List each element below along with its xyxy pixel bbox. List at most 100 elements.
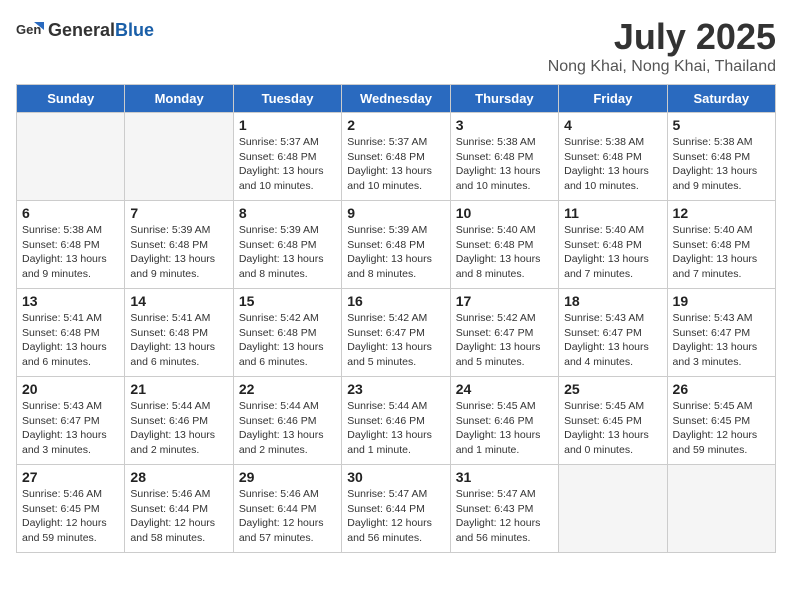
calendar-cell: 15 Sunrise: 5:42 AM Sunset: 6:48 PM Dayli… [233,289,341,377]
day-number: 15 [239,293,336,309]
cell-info: Sunrise: 5:42 AM Sunset: 6:47 PM Dayligh… [456,311,553,370]
day-number: 22 [239,381,336,397]
day-number: 13 [22,293,119,309]
cell-info: Sunrise: 5:40 AM Sunset: 6:48 PM Dayligh… [456,223,553,282]
day-number: 8 [239,205,336,221]
cell-info: Sunrise: 5:44 AM Sunset: 6:46 PM Dayligh… [130,399,227,458]
day-number: 4 [564,117,661,133]
calendar-cell: 30Sunrise: 5:47 AM Sunset: 6:44 PM Dayli… [342,465,450,553]
day-number: 7 [130,205,227,221]
day-header-saturday: Saturday [667,85,775,113]
calendar-cell: 9 Sunrise: 5:39 AM Sunset: 6:48 PM Daylig… [342,201,450,289]
calendar-cell: 5Sunrise: 5:38 AM Sunset: 6:48 PM Daylig… [667,113,775,201]
cell-info: Sunrise: 5:38 AM Sunset: 6:48 PM Dayligh… [673,135,770,194]
calendar-cell: 8 Sunrise: 5:39 AM Sunset: 6:48 PM Daylig… [233,201,341,289]
calendar-cell: 2 Sunrise: 5:37 AM Sunset: 6:48 PM Daylig… [342,113,450,201]
day-number: 29 [239,469,336,485]
cell-info: Sunrise: 5:45 AM Sunset: 6:46 PM Dayligh… [456,399,553,458]
cell-info: Sunrise: 5:43 AM Sunset: 6:47 PM Dayligh… [22,399,119,458]
day-header-thursday: Thursday [450,85,558,113]
cell-info: Sunrise: 5:46 AM Sunset: 6:44 PM Dayligh… [239,487,336,546]
day-number: 17 [456,293,553,309]
cell-info: Sunrise: 5:43 AM Sunset: 6:47 PM Dayligh… [564,311,661,370]
calendar-cell: 25 Sunrise: 5:45 AM Sunset: 6:45 PM Dayli… [559,377,667,465]
cell-info: Sunrise: 5:38 AM Sunset: 6:48 PM Dayligh… [456,135,553,194]
day-number: 3 [456,117,553,133]
day-number: 1 [239,117,336,133]
subtitle: Nong Khai, Nong Khai, Thailand [548,58,776,76]
title-area: July 2025 Nong Khai, Nong Khai, Thailand [548,16,776,76]
calendar-cell: 23Sunrise: 5:44 AM Sunset: 6:46 PM Dayli… [342,377,450,465]
cell-info: Sunrise: 5:39 AM Sunset: 6:48 PM Dayligh… [239,223,336,282]
calendar-cell: 20 Sunrise: 5:43 AM Sunset: 6:47 PM Dayli… [17,377,125,465]
day-number: 27 [22,469,119,485]
day-number: 30 [347,469,444,485]
day-number: 21 [130,381,227,397]
day-number: 16 [347,293,444,309]
calendar-cell [559,465,667,553]
calendar-cell: 14Sunrise: 5:41 AM Sunset: 6:48 PM Dayli… [125,289,233,377]
calendar-cell: 4Sunrise: 5:38 AM Sunset: 6:48 PM Daylig… [559,113,667,201]
day-header-sunday: Sunday [17,85,125,113]
calendar-cell: 24 Sunrise: 5:45 AM Sunset: 6:46 PM Dayli… [450,377,558,465]
calendar-cell: 19 Sunrise: 5:43 AM Sunset: 6:47 PM Dayli… [667,289,775,377]
day-number: 11 [564,205,661,221]
calendar-cell: 10Sunrise: 5:40 AM Sunset: 6:48 PM Dayli… [450,201,558,289]
cell-info: Sunrise: 5:40 AM Sunset: 6:48 PM Dayligh… [673,223,770,282]
calendar-cell [125,113,233,201]
day-number: 20 [22,381,119,397]
week-row-2: 6 Sunrise: 5:38 AM Sunset: 6:48 PM Daylig… [17,201,776,289]
cell-info: Sunrise: 5:44 AM Sunset: 6:46 PM Dayligh… [347,399,444,458]
cell-info: Sunrise: 5:40 AM Sunset: 6:48 PM Dayligh… [564,223,661,282]
cell-info: Sunrise: 5:42 AM Sunset: 6:47 PM Dayligh… [347,311,444,370]
week-row-5: 27 Sunrise: 5:46 AM Sunset: 6:45 PM Dayli… [17,465,776,553]
calendar-body: 1 Sunrise: 5:37 AM Sunset: 6:48 PM Daylig… [17,113,776,553]
week-row-3: 13 Sunrise: 5:41 AM Sunset: 6:48 PM Dayli… [17,289,776,377]
cell-info: Sunrise: 5:37 AM Sunset: 6:48 PM Dayligh… [347,135,444,194]
day-number: 2 [347,117,444,133]
calendar-cell: 29 Sunrise: 5:46 AM Sunset: 6:44 PM Dayli… [233,465,341,553]
calendar-cell: 27 Sunrise: 5:46 AM Sunset: 6:45 PM Dayli… [17,465,125,553]
calendar-cell: 3 Sunrise: 5:38 AM Sunset: 6:48 PM Daylig… [450,113,558,201]
calendar-cell: 22 Sunrise: 5:44 AM Sunset: 6:46 PM Dayli… [233,377,341,465]
cell-info: Sunrise: 5:39 AM Sunset: 6:48 PM Dayligh… [130,223,227,282]
calendar-cell: 16 Sunrise: 5:42 AM Sunset: 6:47 PM Dayli… [342,289,450,377]
day-number: 19 [673,293,770,309]
calendar-cell [17,113,125,201]
calendar-cell: 12Sunrise: 5:40 AM Sunset: 6:48 PM Dayli… [667,201,775,289]
cell-info: Sunrise: 5:44 AM Sunset: 6:46 PM Dayligh… [239,399,336,458]
logo-general: General [48,20,115,40]
days-header-row: SundayMondayTuesdayWednesdayThursdayFrid… [17,85,776,113]
cell-info: Sunrise: 5:39 AM Sunset: 6:48 PM Dayligh… [347,223,444,282]
calendar-cell: 1 Sunrise: 5:37 AM Sunset: 6:48 PM Daylig… [233,113,341,201]
calendar-cell: 26Sunrise: 5:45 AM Sunset: 6:45 PM Dayli… [667,377,775,465]
day-number: 6 [22,205,119,221]
week-row-1: 1 Sunrise: 5:37 AM Sunset: 6:48 PM Daylig… [17,113,776,201]
calendar-cell: 31Sunrise: 5:47 AM Sunset: 6:43 PM Dayli… [450,465,558,553]
cell-info: Sunrise: 5:42 AM Sunset: 6:48 PM Dayligh… [239,311,336,370]
day-number: 9 [347,205,444,221]
day-header-wednesday: Wednesday [342,85,450,113]
logo-blue: Blue [115,20,154,40]
header: Gen GeneralBlue July 2025 Nong Khai, Non… [16,16,776,76]
cell-info: Sunrise: 5:41 AM Sunset: 6:48 PM Dayligh… [130,311,227,370]
day-header-friday: Friday [559,85,667,113]
calendar-table: SundayMondayTuesdayWednesdayThursdayFrid… [16,84,776,553]
calendar-cell: 18Sunrise: 5:43 AM Sunset: 6:47 PM Dayli… [559,289,667,377]
cell-info: Sunrise: 5:38 AM Sunset: 6:48 PM Dayligh… [22,223,119,282]
cell-info: Sunrise: 5:37 AM Sunset: 6:48 PM Dayligh… [239,135,336,194]
day-number: 25 [564,381,661,397]
day-number: 24 [456,381,553,397]
cell-info: Sunrise: 5:41 AM Sunset: 6:48 PM Dayligh… [22,311,119,370]
day-number: 26 [673,381,770,397]
main-title: July 2025 [548,16,776,58]
calendar-cell: 11 Sunrise: 5:40 AM Sunset: 6:48 PM Dayli… [559,201,667,289]
day-header-monday: Monday [125,85,233,113]
calendar-cell: 28Sunrise: 5:46 AM Sunset: 6:44 PM Dayli… [125,465,233,553]
week-row-4: 20 Sunrise: 5:43 AM Sunset: 6:47 PM Dayli… [17,377,776,465]
cell-info: Sunrise: 5:45 AM Sunset: 6:45 PM Dayligh… [564,399,661,458]
cell-info: Sunrise: 5:43 AM Sunset: 6:47 PM Dayligh… [673,311,770,370]
cell-info: Sunrise: 5:46 AM Sunset: 6:44 PM Dayligh… [130,487,227,546]
logo-icon: Gen [16,16,44,44]
cell-info: Sunrise: 5:46 AM Sunset: 6:45 PM Dayligh… [22,487,119,546]
